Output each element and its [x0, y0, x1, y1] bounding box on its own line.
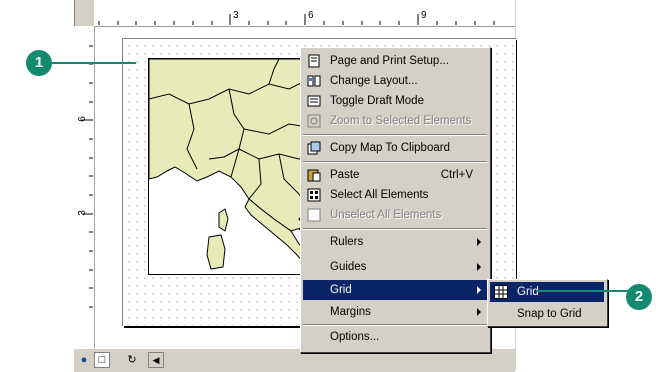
- menu-item-label: Rulers: [330, 236, 364, 248]
- data-frame-map[interactable]: [148, 58, 320, 275]
- callout-line: [536, 290, 628, 292]
- menu-item-label: Toggle Draft Mode: [330, 95, 424, 107]
- menu-item-toggle-draft-mode[interactable]: Toggle Draft Mode: [303, 91, 487, 111]
- select-all-icon: [307, 188, 321, 202]
- horizontal-ruler[interactable]: 3 6 9: [94, 0, 515, 27]
- ruler-label: 9: [421, 10, 427, 21]
- submenu-arrow-icon: [477, 238, 481, 246]
- horizontal-scrollbar[interactable]: [270, 352, 515, 368]
- callout-line: [50, 62, 136, 64]
- menu-separator: [303, 324, 487, 326]
- submenu-item-snap-to-grid[interactable]: Snap to Grid: [490, 304, 604, 324]
- ruler-label: 3: [233, 10, 239, 21]
- submenu-arrow-icon: [477, 308, 481, 316]
- menu-separator: [303, 134, 487, 136]
- ruler-label: 6: [76, 116, 88, 122]
- menu-item-page-print-setup[interactable]: Page and Print Setup...: [303, 51, 487, 71]
- paste-icon: [307, 169, 321, 182]
- ruler-label: 3: [76, 210, 88, 216]
- callout-badge-1: 1: [26, 50, 52, 76]
- menu-item-label: Unselect All Elements: [330, 209, 442, 221]
- submenu-item-grid[interactable]: Grid: [490, 282, 604, 302]
- submenu-item-label: Snap to Grid: [517, 308, 582, 320]
- menu-item-unselect-all: Unselect All Elements: [303, 205, 487, 225]
- menu-item-zoom-to-selected: Zoom to Selected Elements: [303, 111, 487, 131]
- ruler-ticks: [98, 14, 495, 25]
- menu-item-label: Change Layout...: [330, 75, 418, 87]
- callout-badge-2: 2: [626, 284, 652, 310]
- menu-item-label: Paste: [330, 169, 360, 181]
- menu-item-margins[interactable]: Margins: [303, 302, 487, 322]
- menu-item-grid[interactable]: Grid: [303, 280, 487, 300]
- submenu-arrow-icon: [477, 286, 481, 294]
- menu-item-label: Guides: [330, 261, 367, 273]
- menu-separator: [303, 228, 487, 230]
- grid-icon: [494, 285, 508, 299]
- menu-item-label: Grid: [330, 284, 352, 296]
- scroll-left-icon[interactable]: ◀: [148, 352, 164, 368]
- ruler-label: 6: [308, 10, 314, 21]
- menu-item-copy-map[interactable]: Copy Map To Clipboard: [303, 138, 487, 158]
- menu-item-label: Copy Map To Clipboard: [330, 142, 450, 154]
- layout-context-menu: Page and Print Setup... Change Layout...…: [300, 47, 491, 353]
- menu-separator: [303, 161, 487, 163]
- menu-item-label: Options...: [330, 331, 380, 343]
- menu-item-rulers[interactable]: Rulers: [303, 232, 487, 252]
- draft-mode-icon: [307, 95, 321, 107]
- page-setup-icon: [308, 54, 320, 68]
- ruler-ticks: [82, 45, 93, 308]
- menu-item-change-layout[interactable]: Change Layout...: [303, 71, 487, 91]
- menu-item-label: Margins: [330, 306, 371, 318]
- menu-item-paste[interactable]: Paste Ctrl+V: [303, 165, 487, 185]
- vertical-ruler[interactable]: 6 3: [74, 26, 95, 348]
- data-view-icon[interactable]: ●: [76, 352, 92, 368]
- menu-item-options[interactable]: Options...: [303, 327, 487, 347]
- menu-item-guides[interactable]: Guides: [303, 257, 487, 277]
- copy-map-icon: [307, 141, 321, 155]
- menu-item-shortcut: Ctrl+V: [440, 169, 473, 181]
- unselect-all-icon: [307, 208, 321, 222]
- refresh-icon[interactable]: ↻: [124, 352, 140, 368]
- change-layout-icon: [307, 75, 321, 87]
- menu-item-label: Page and Print Setup...: [330, 55, 449, 67]
- layout-view-icon[interactable]: □: [94, 352, 110, 368]
- menu-item-label: Select All Elements: [330, 189, 429, 201]
- submenu-item-label: Grid: [517, 286, 539, 298]
- submenu-arrow-icon: [477, 263, 481, 271]
- zoom-selected-icon: [307, 114, 321, 128]
- grid-submenu: Grid Snap to Grid: [487, 279, 608, 327]
- europe-map-graphic: [149, 59, 319, 274]
- menu-item-label: Zoom to Selected Elements: [330, 115, 472, 127]
- menu-item-select-all[interactable]: Select All Elements: [303, 185, 487, 205]
